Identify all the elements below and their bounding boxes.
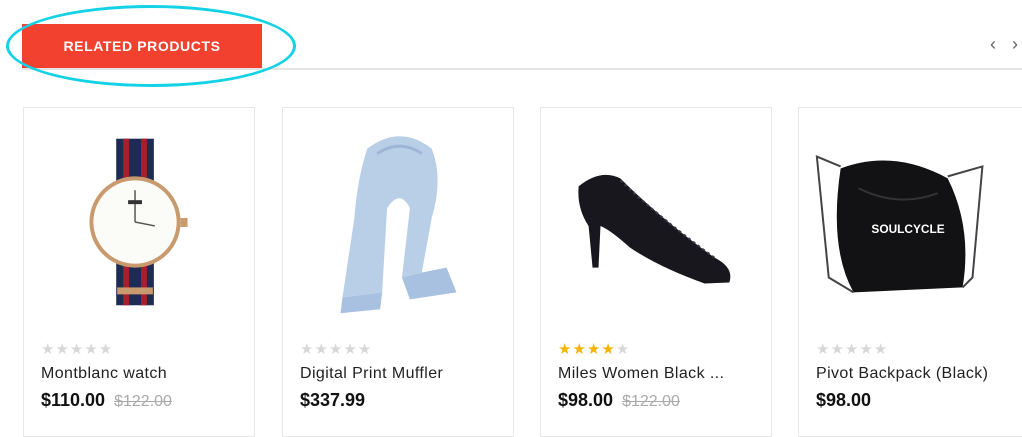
rating-stars: ★★★★★ — [300, 340, 372, 358]
star-icon: ★ — [69, 341, 85, 358]
star-icon: ★ — [558, 341, 573, 358]
star-icon: ★ — [844, 341, 860, 358]
star-icon: ★ — [84, 341, 99, 358]
high-heel-shoe-icon[interactable] — [541, 108, 771, 333]
product-name[interactable]: Digital Print Muffler — [300, 365, 500, 383]
product-price: $98.00 — [816, 390, 872, 410]
star-icon: ★ — [816, 341, 831, 358]
product-price: $110.00 — [41, 390, 106, 410]
star-icon: ★ — [98, 341, 114, 358]
product-old-price: $122.00 — [622, 393, 680, 410]
wristwatch-icon[interactable] — [24, 108, 254, 333]
svg-text:SOULCYCLE: SOULCYCLE — [871, 222, 944, 236]
product-card[interactable]: ★★★★★ Miles Women Black ... $98.00 $122.… — [540, 107, 772, 437]
star-icon: ★ — [615, 341, 631, 358]
star-icon: ★ — [328, 341, 344, 358]
product-name[interactable]: Miles Women Black ... — [558, 365, 758, 383]
scarf-icon[interactable] — [283, 108, 513, 333]
product-card[interactable]: ★★★★★ Digital Print Muffler $337.99 — [282, 107, 514, 437]
star-icon: ★ — [357, 341, 373, 358]
product-prices: $337.99 — [300, 390, 369, 411]
star-icon: ★ — [601, 341, 616, 358]
star-icon: ★ — [314, 341, 329, 358]
rating-stars: ★★★★★ — [558, 340, 630, 358]
product-prices: $98.00 — [816, 390, 875, 411]
star-icon: ★ — [55, 341, 70, 358]
product-name[interactable]: Pivot Backpack (Black) — [816, 365, 1016, 383]
carousel-prev-button[interactable]: ‹ — [990, 34, 996, 55]
star-icon: ★ — [41, 341, 56, 358]
star-icon: ★ — [873, 341, 889, 358]
rating-stars: ★★★★★ — [41, 340, 113, 358]
product-price: $98.00 — [558, 390, 614, 410]
drawstring-backpack-icon[interactable]: SOULCYCLE — [799, 108, 1022, 333]
product-price: $337.99 — [300, 390, 366, 410]
star-icon: ★ — [859, 341, 874, 358]
product-prices: $110.00 $122.00 — [41, 390, 172, 411]
star-icon: ★ — [572, 341, 587, 358]
product-name[interactable]: Montblanc watch — [41, 365, 241, 383]
star-icon: ★ — [586, 341, 602, 358]
star-icon: ★ — [300, 341, 315, 358]
product-old-price: $122.00 — [114, 393, 172, 410]
carousel-next-button[interactable]: › — [1012, 34, 1018, 55]
product-card[interactable]: ★★★★★ Montblanc watch $110.00 $122.00 — [23, 107, 255, 437]
product-prices: $98.00 $122.00 — [558, 390, 680, 411]
star-icon: ★ — [830, 341, 845, 358]
highlight-annotation — [6, 5, 296, 87]
rating-stars: ★★★★★ — [816, 340, 888, 358]
product-card[interactable]: SOULCYCLE ★★★★★ Pivot Backpack (Black) $… — [798, 107, 1022, 437]
star-icon: ★ — [343, 341, 358, 358]
